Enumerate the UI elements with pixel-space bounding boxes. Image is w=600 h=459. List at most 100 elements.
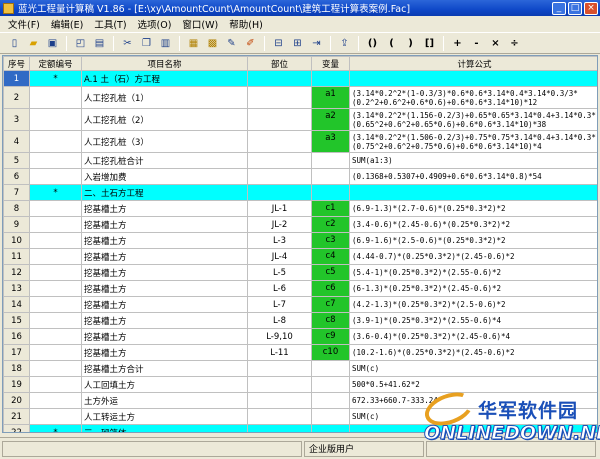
quota-code-cell[interactable] (29, 248, 82, 265)
row-index-cell[interactable]: 2 (3, 86, 30, 109)
row-index-cell[interactable]: 18 (3, 360, 30, 377)
part-cell[interactable]: L-11 (247, 344, 312, 361)
row-index-cell[interactable]: 8 (3, 200, 30, 217)
menu-tools[interactable]: 工具(T) (94, 17, 126, 31)
variable-cell[interactable] (311, 376, 350, 393)
item-name-cell[interactable]: 人工挖孔桩（2） (81, 108, 248, 131)
part-cell[interactable]: JL-2 (247, 216, 312, 233)
formula-cell[interactable]: (10.2-1.6)*(0.25*0.3*2)*(2.45-0.6)*2 (349, 344, 597, 361)
table-icon[interactable]: ▩ (204, 35, 221, 52)
bracket-button[interactable]: [] (421, 35, 438, 52)
paste-icon[interactable]: ▥ (157, 35, 174, 52)
item-name-cell[interactable]: 挖基槽土方 (81, 216, 248, 233)
minimize-button[interactable]: _ (552, 1, 566, 15)
grid-icon[interactable]: ▦ (185, 35, 202, 52)
item-name-cell[interactable]: 人工挖孔桩（1） (81, 86, 248, 109)
header-index[interactable]: 序号 (3, 56, 30, 71)
part-cell[interactable] (247, 424, 312, 432)
new-doc-icon[interactable]: ▯ (6, 35, 23, 52)
item-name-cell[interactable]: A.1 土（石）方工程 (81, 70, 248, 87)
save-icon[interactable]: ▣ (44, 35, 61, 52)
row-index-cell[interactable]: 4 (3, 130, 30, 153)
variable-cell[interactable]: a3 (311, 130, 350, 153)
row-index-cell[interactable]: 21 (3, 408, 30, 425)
item-name-cell[interactable]: 挖基槽土方 (81, 312, 248, 329)
part-cell[interactable] (247, 392, 312, 409)
formula-cell[interactable]: (6.9-1.3)*(2.7-0.6)*(0.25*0.3*2)*2 (349, 200, 597, 217)
row-index-cell[interactable]: 9 (3, 216, 30, 233)
row-index-cell[interactable]: 19 (3, 376, 30, 393)
variable-cell[interactable] (311, 70, 350, 87)
part-cell[interactable]: JL-1 (247, 200, 312, 217)
part-cell[interactable] (247, 360, 312, 377)
quota-code-cell[interactable] (29, 408, 82, 425)
formula-cell[interactable]: (6-1.3)*(0.25*0.3*2)*(2.45-0.6)*2 (349, 280, 597, 297)
plus-button[interactable]: + (449, 35, 466, 52)
item-name-cell[interactable]: 挖基槽土方 (81, 344, 248, 361)
brush-icon[interactable]: ✐ (242, 35, 259, 52)
part-cell[interactable] (247, 86, 312, 109)
quota-code-cell[interactable] (29, 200, 82, 217)
variable-cell[interactable] (311, 424, 350, 432)
header-variable[interactable]: 变量 (311, 56, 350, 71)
row-index-cell[interactable]: 5 (3, 152, 30, 169)
quota-code-cell[interactable] (29, 280, 82, 297)
row-index-cell[interactable]: 10 (3, 232, 30, 249)
row-index-cell[interactable]: 14 (3, 296, 30, 313)
part-cell[interactable] (247, 168, 312, 185)
formula-cell[interactable]: (0.1368+0.5307+0.4909+0.6*0.6*3.14*0.8)*… (349, 168, 597, 185)
row-index-cell[interactable]: 6 (3, 168, 30, 185)
variable-cell[interactable] (311, 408, 350, 425)
row-index-cell[interactable]: 13 (3, 280, 30, 297)
item-name-cell[interactable]: 挖基槽土方 (81, 200, 248, 217)
item-name-cell[interactable]: 人工回填土方 (81, 376, 248, 393)
formula-cell[interactable]: (3.4-0.6)*(2.45-0.6)*(0.25*0.3*2)*2 (349, 216, 597, 233)
header-formula[interactable]: 计算公式 (349, 56, 597, 71)
variable-cell[interactable]: c8 (311, 312, 350, 329)
part-cell[interactable] (247, 108, 312, 131)
item-name-cell[interactable]: 挖基槽土方 (81, 232, 248, 249)
quota-code-cell[interactable] (29, 376, 82, 393)
formula-cell[interactable]: (5.4-1)*(0.25*0.3*2)*(2.55-0.6)*2 (349, 264, 597, 281)
formula-cell[interactable] (349, 70, 597, 87)
item-name-cell[interactable]: 挖基槽土方 (81, 296, 248, 313)
table-row[interactable]: 6 入岩增加费 (0.1368+0.5307+0.4909+0.6*0.6*3.14… (3, 168, 597, 185)
item-name-cell[interactable]: 土方外运 (81, 392, 248, 409)
variable-cell[interactable]: a1 (311, 86, 350, 109)
item-name-cell[interactable]: 挖基槽土方 (81, 280, 248, 297)
part-cell[interactable] (247, 376, 312, 393)
item-name-cell[interactable]: 人工挖孔桩（3） (81, 130, 248, 153)
variable-cell[interactable]: c2 (311, 216, 350, 233)
variable-cell[interactable]: c1 (311, 200, 350, 217)
table-row[interactable]: 7 * 二、土石方工程 (3, 184, 597, 201)
variable-cell[interactable]: c3 (311, 232, 350, 249)
formula-cell[interactable]: (3.14*0.2^2*(1-0.3/3)*0.6*0.6*3.14*0.4*3… (349, 86, 597, 109)
quota-code-cell[interactable] (29, 296, 82, 313)
formula-cell[interactable]: (3.14*0.2^2*(1.156-0.2/3)+0.65*0.65*3.14… (349, 108, 597, 131)
table-row[interactable]: 15 挖基槽土方 L-8 c8 (3.9-1)*(0.25*0.3*2)*(2.55-0… (3, 312, 597, 329)
item-name-cell[interactable]: 二、土石方工程 (81, 184, 248, 201)
row-index-cell[interactable]: 7 (3, 184, 30, 201)
quota-code-cell[interactable] (29, 328, 82, 345)
item-name-cell[interactable]: 人工挖孔桩合计 (81, 152, 248, 169)
quota-code-cell[interactable]: * (29, 70, 82, 87)
quota-code-cell[interactable] (29, 130, 82, 153)
part-cell[interactable]: JL-4 (247, 248, 312, 265)
table-row[interactable]: 18 挖基槽土方合计 SUM(c) (3, 360, 597, 377)
formula-cell[interactable]: (3.9-1)*(0.25*0.3*2)*(2.55-0.6)*4 (349, 312, 597, 329)
part-cell[interactable] (247, 130, 312, 153)
part-cell[interactable]: L-6 (247, 280, 312, 297)
item-name-cell[interactable]: 入岩增加费 (81, 168, 248, 185)
variable-cell[interactable] (311, 360, 350, 377)
formula-cell[interactable]: (4.44-0.7)*(0.25*0.3*2)*(2.45-0.6)*2 (349, 248, 597, 265)
part-cell[interactable]: L-5 (247, 264, 312, 281)
row-index-cell[interactable]: 3 (3, 108, 30, 131)
table-row[interactable]: 13 挖基槽土方 L-6 c6 (6-1.3)*(0.25*0.3*2)*(2.45-0… (3, 280, 597, 297)
quota-code-cell[interactable] (29, 86, 82, 109)
quota-code-cell[interactable] (29, 152, 82, 169)
item-name-cell[interactable]: 人工转运土方 (81, 408, 248, 425)
row-index-cell[interactable]: 17 (3, 344, 30, 361)
variable-cell[interactable] (311, 168, 350, 185)
formula-cell[interactable] (349, 184, 597, 201)
row-index-cell[interactable]: 20 (3, 392, 30, 409)
